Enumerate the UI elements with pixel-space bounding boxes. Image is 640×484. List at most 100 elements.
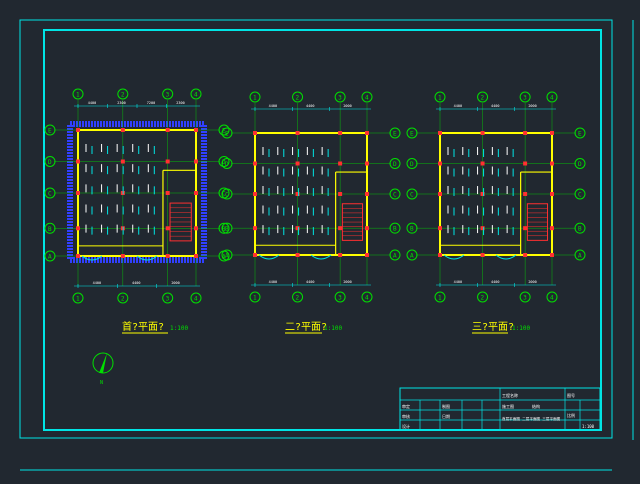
dimension-text: 2300 [117, 101, 125, 105]
dimension-text: 4400 [132, 281, 140, 285]
column [480, 131, 485, 135]
axis-bubble-label: C [48, 191, 52, 198]
column [438, 131, 442, 135]
dimension-text: 4400 [93, 281, 101, 285]
axis-bubble-label: 2 [296, 95, 300, 102]
axis-bubble-label: 3 [523, 295, 527, 302]
third-floor-plan[interactable]: 1 1 2 2 3 3 4 4 E E D D C C B B A A 4400 4400 2000 4400 4400 20… [406, 91, 586, 303]
axis-bubble-label: 4 [365, 295, 369, 302]
column [365, 192, 369, 196]
column [338, 131, 343, 135]
axis-bubble-label: 3 [523, 95, 527, 102]
column [550, 192, 554, 196]
dimension-text: 4400 [491, 280, 499, 284]
title-block-cell: 首层平面图 二层平面图 三层平面图 [502, 416, 561, 421]
axis-bubble-label: D [48, 159, 52, 166]
dimension-text: 2000 [171, 281, 179, 285]
column [253, 161, 257, 166]
cad-drawing-canvas[interactable]: 1 1 2 2 3 3 4 4 E E D D C C B B A A 4400 2300 7200 2300 4400 44… [0, 0, 640, 480]
column [165, 254, 170, 258]
column [194, 254, 198, 258]
dimension-text: 2300 [176, 101, 184, 105]
axis-bubble-label: E [578, 131, 582, 138]
axis-bubble-label: 1 [253, 295, 257, 302]
plan-title-text: 二?平面? [285, 322, 327, 333]
column [338, 161, 343, 166]
plan-scale-text: 1:100 [170, 325, 188, 332]
dimension-text: 4400 [306, 280, 314, 284]
axis-bubble-label: 4 [194, 92, 198, 99]
column [550, 253, 554, 257]
column [194, 159, 198, 164]
dimension-text: 4400 [269, 104, 277, 108]
column [523, 226, 528, 231]
column [76, 254, 80, 258]
axis-bubble-label: A [410, 253, 414, 260]
column [550, 131, 554, 135]
axis-bubble-label: E [48, 128, 52, 135]
column [480, 161, 485, 166]
axis-bubble-label: 3 [338, 95, 342, 102]
column [253, 226, 257, 231]
dimension-text: 4400 [88, 101, 96, 105]
column [76, 191, 80, 195]
title-block-cell: 1:100 [582, 424, 595, 429]
column [194, 226, 198, 231]
column [120, 254, 125, 258]
axis-bubble-label: 3 [166, 296, 170, 303]
column [550, 226, 554, 231]
dimension-text: 4400 [454, 280, 462, 284]
north-arrow: N [92, 352, 114, 386]
dimension-text: 4400 [269, 280, 277, 284]
axis-bubble-label: 1 [76, 92, 80, 99]
axis-bubble-label: E [225, 131, 229, 138]
first-floor-plan[interactable]: 1 1 2 2 3 3 4 4 E E D D C C B B A A 4400 2300 7200 2300 4400 44… [44, 88, 230, 304]
dimension-text: 2000 [528, 280, 536, 284]
plan-title-1: 首?平面? 1:100 [122, 320, 188, 334]
column [76, 159, 80, 164]
axis-bubble-label: 3 [166, 92, 170, 99]
dimension-text: 4400 [306, 104, 314, 108]
column [550, 161, 554, 166]
axis-bubble-label: D [578, 161, 582, 168]
column [253, 192, 257, 196]
second-floor-plan[interactable]: 1 1 2 2 3 3 4 4 E E D D C C B B A A 4400 4400 2000 4400 4400 20… [221, 91, 401, 303]
axis-bubble-label: 1 [76, 296, 80, 303]
column [523, 192, 528, 196]
axis-bubble-label: E [393, 131, 397, 138]
axis-bubble-label: 4 [365, 95, 369, 102]
plan-title-text: 首?平面? [122, 320, 164, 333]
axis-bubble-label: C [578, 192, 582, 199]
column [295, 131, 300, 135]
axis-bubble-label: 2 [481, 295, 485, 302]
axis-bubble-label: E [410, 131, 414, 138]
column [523, 161, 528, 166]
plan-title-2: 二?平面? 1:100 [285, 322, 342, 334]
dimension-text: 2000 [343, 104, 351, 108]
north-arrow-needle [99, 353, 107, 373]
axis-bubble-label: 4 [550, 295, 554, 302]
column [165, 226, 170, 231]
column [253, 253, 257, 257]
axis-bubble-label: 2 [121, 92, 125, 99]
column [338, 253, 343, 257]
column [523, 131, 528, 135]
axis-bubble-label: B [225, 226, 229, 233]
column [165, 191, 170, 195]
column [365, 253, 369, 257]
dimension-text: 4400 [454, 104, 462, 108]
column [338, 226, 343, 231]
axis-bubble-label: B [578, 226, 582, 233]
axis-bubble-label: 4 [550, 95, 554, 102]
column [165, 159, 170, 164]
axis-bubble-label: C [225, 192, 229, 199]
title-block-cell: 设计 [402, 423, 410, 429]
title-block-cell: 结构 [532, 403, 540, 409]
axis-bubble-label: B [393, 226, 397, 233]
column [438, 253, 442, 257]
axis-bubble-label: A [393, 253, 397, 260]
column [438, 161, 442, 166]
title-block-cell: 审核 [402, 413, 410, 419]
axis-bubble-label: 1 [438, 95, 442, 102]
axis-bubble-label: 4 [194, 296, 198, 303]
